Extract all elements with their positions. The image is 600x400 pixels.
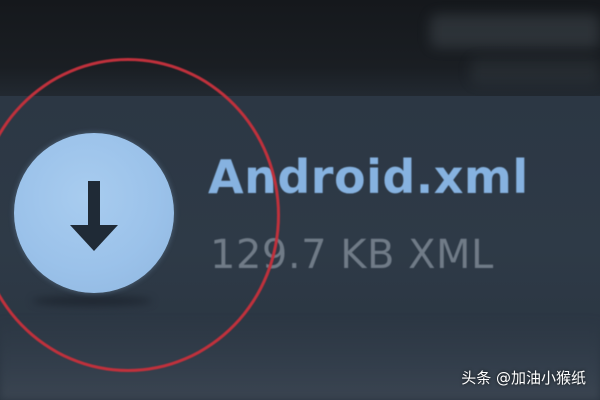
blurred-header-element [430, 14, 600, 48]
arrow-down-icon [70, 181, 118, 251]
download-button[interactable] [14, 133, 174, 293]
button-shadow [32, 296, 152, 306]
file-size-type: 129.7 KB XML [210, 232, 494, 278]
watermark: 头条 @加油小猴纸 [461, 369, 586, 387]
blurred-header-element [470, 58, 600, 84]
file-name-link[interactable]: Android.xml [208, 150, 529, 204]
